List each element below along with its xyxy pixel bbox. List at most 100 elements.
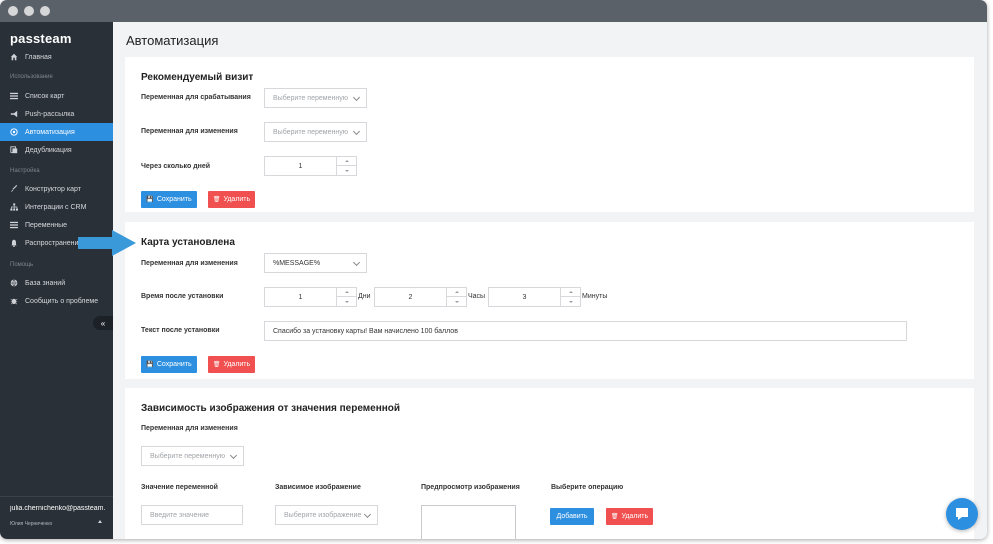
stepper-down-button[interactable] — [447, 297, 466, 306]
globe-icon — [9, 278, 19, 288]
days-stepper[interactable]: 1 — [264, 156, 357, 176]
sitemap-icon — [9, 202, 19, 212]
window-maximize-button[interactable] — [40, 6, 50, 16]
stepper-buttons — [446, 288, 466, 306]
sidebar-item-label: Распространение — [25, 239, 83, 247]
days-stepper[interactable]: 1 — [264, 287, 357, 307]
save-button[interactable]: 💾 Сохранить — [141, 356, 197, 373]
pointer-arrow-icon — [78, 230, 136, 256]
stepper-up-button[interactable] — [447, 288, 466, 297]
user-menu[interactable]: julia.chernichenko@passteam.ru Юлия Черн… — [0, 496, 113, 539]
minutes-unit: Минуты — [582, 293, 608, 300]
sidebar-item-push[interactable]: Push-рассылка — [0, 105, 113, 123]
bug-icon — [9, 296, 19, 306]
sidebar-item-label: Сообщить о проблеме — [25, 297, 99, 305]
sidebar-item-label: Интеграции с CRM — [25, 203, 87, 211]
card-image-dependency: Зависимость изображения от значения пере… — [125, 388, 974, 539]
text-after-install-input[interactable]: Спасибо за установку карты! Вам начислен… — [264, 321, 907, 341]
trigger-variable-label: Переменная для срабатывания — [141, 94, 251, 101]
hours-unit: Часы — [468, 293, 486, 300]
card-recommended-visit: Рекомендуемый визит Переменная для сраба… — [125, 57, 974, 212]
card-title: Зависимость изображения от значения пере… — [141, 403, 401, 414]
sidebar-section-settings: Настройка — [10, 168, 40, 174]
stepper-value: 1 — [298, 162, 303, 170]
stepper-down-button[interactable] — [561, 297, 580, 306]
sidebar-item-dedup[interactable]: Дедубликация — [0, 141, 113, 159]
sidebar-item-card-builder[interactable]: Конструктор карт — [0, 180, 113, 198]
delete-button[interactable]: 🗑 Удалить — [208, 191, 255, 208]
trash-icon: 🗑 — [610, 514, 619, 520]
chevron-down-icon — [352, 258, 361, 267]
hours-stepper[interactable]: 2 — [374, 287, 467, 307]
select-value: %MESSAGE% — [273, 259, 321, 267]
days-unit: Дни — [358, 293, 371, 300]
sidebar-item-crm[interactable]: Интеграции с CRM — [0, 198, 113, 216]
card-card-installed: Карта установлена Переменная для изменен… — [125, 222, 974, 379]
trash-icon: 🗑 — [212, 197, 221, 203]
delete-button[interactable]: 🗑 Удалить — [208, 356, 255, 373]
stepper-buttons — [336, 157, 356, 175]
caret-up-icon — [98, 520, 102, 523]
stepper-down-button[interactable] — [337, 166, 356, 175]
page-title: Автоматизация — [126, 33, 219, 48]
automation-icon — [9, 127, 19, 137]
change-variable-label: Переменная для изменения — [141, 128, 238, 135]
sidebar-item-home[interactable]: Главная — [0, 48, 113, 66]
stepper-buttons — [336, 288, 356, 306]
dependent-image-select[interactable]: Выберите изображение — [275, 505, 378, 525]
change-variable-select[interactable]: %MESSAGE% — [264, 253, 367, 273]
save-button[interactable]: 💾 Сохранить — [141, 191, 197, 208]
window-titlebar — [0, 0, 987, 22]
image-preview — [421, 505, 516, 539]
change-variable-label: Переменная для изменения — [141, 260, 238, 267]
text-after-install-label: Текст после установки — [141, 327, 220, 334]
minutes-stepper[interactable]: 3 — [488, 287, 581, 307]
change-variable-label: Переменная для изменения — [141, 425, 238, 432]
list-icon — [9, 91, 19, 101]
select-placeholder: Выберите переменную — [273, 128, 348, 136]
sidebar-collapse-button[interactable]: « — [93, 316, 113, 330]
column-header-operation: Выберите операцию — [551, 484, 624, 491]
main-content: Автоматизация Рекомендуемый визит Переме… — [113, 22, 987, 539]
select-placeholder: Выберите переменную — [273, 94, 348, 102]
copy-icon — [9, 145, 19, 155]
sidebar-item-label: Push-рассылка — [25, 110, 75, 118]
sidebar-section-usage: Использование — [10, 74, 53, 80]
change-variable-select[interactable]: Выберите переменную — [141, 446, 244, 466]
stepper-down-button[interactable] — [337, 297, 356, 306]
app-window: passteam Использование Главная Список ка… — [0, 0, 987, 539]
trigger-variable-select[interactable]: Выберите переменную — [264, 88, 367, 108]
sidebar-item-label: Список карт — [25, 92, 65, 100]
passteam-logo[interactable]: passteam — [10, 31, 72, 46]
stepper-value: 1 — [298, 293, 303, 301]
sidebar-item-knowledge-base[interactable]: База знаний — [0, 274, 113, 292]
chat-icon — [956, 508, 968, 520]
user-name: Юлия Черниченко — [10, 521, 53, 527]
select-placeholder: Выберите переменную — [150, 452, 225, 460]
change-variable-select[interactable]: Выберите переменную — [264, 122, 367, 142]
column-header-value: Значение переменной — [141, 484, 218, 491]
chevron-down-icon — [229, 451, 238, 460]
sidebar-item-report-problem[interactable]: Сообщить о проблеме — [0, 292, 113, 310]
window-minimize-button[interactable] — [24, 6, 34, 16]
sidebar-item-label: Конструктор карт — [25, 185, 81, 193]
sidebar-item-card-list[interactable]: Список карт — [0, 87, 113, 105]
chevron-down-icon — [363, 510, 372, 519]
stepper-up-button[interactable] — [337, 288, 356, 297]
chat-button[interactable] — [946, 498, 978, 530]
card-title: Карта установлена — [141, 237, 235, 248]
sidebar: passteam Использование Главная Список ка… — [0, 22, 113, 539]
sidebar-item-label: База знаний — [25, 279, 66, 287]
floppy-icon: 💾 — [146, 362, 154, 368]
stepper-up-button[interactable] — [561, 288, 580, 297]
sidebar-item-label: Дедубликация — [25, 146, 72, 154]
user-email: julia.chernichenko@passteam.ru — [10, 505, 105, 512]
bars-icon — [9, 220, 19, 230]
stepper-up-button[interactable] — [337, 157, 356, 166]
add-button[interactable]: Добавить — [550, 508, 594, 525]
window-close-button[interactable] — [8, 6, 18, 16]
delete-button[interactable]: 🗑 Удалить — [606, 508, 653, 525]
variable-value-input[interactable]: Введите значение — [141, 505, 243, 525]
column-header-preview: Предпросмотр изображения — [421, 484, 520, 491]
sidebar-item-automation[interactable]: Автоматизация — [0, 123, 113, 141]
